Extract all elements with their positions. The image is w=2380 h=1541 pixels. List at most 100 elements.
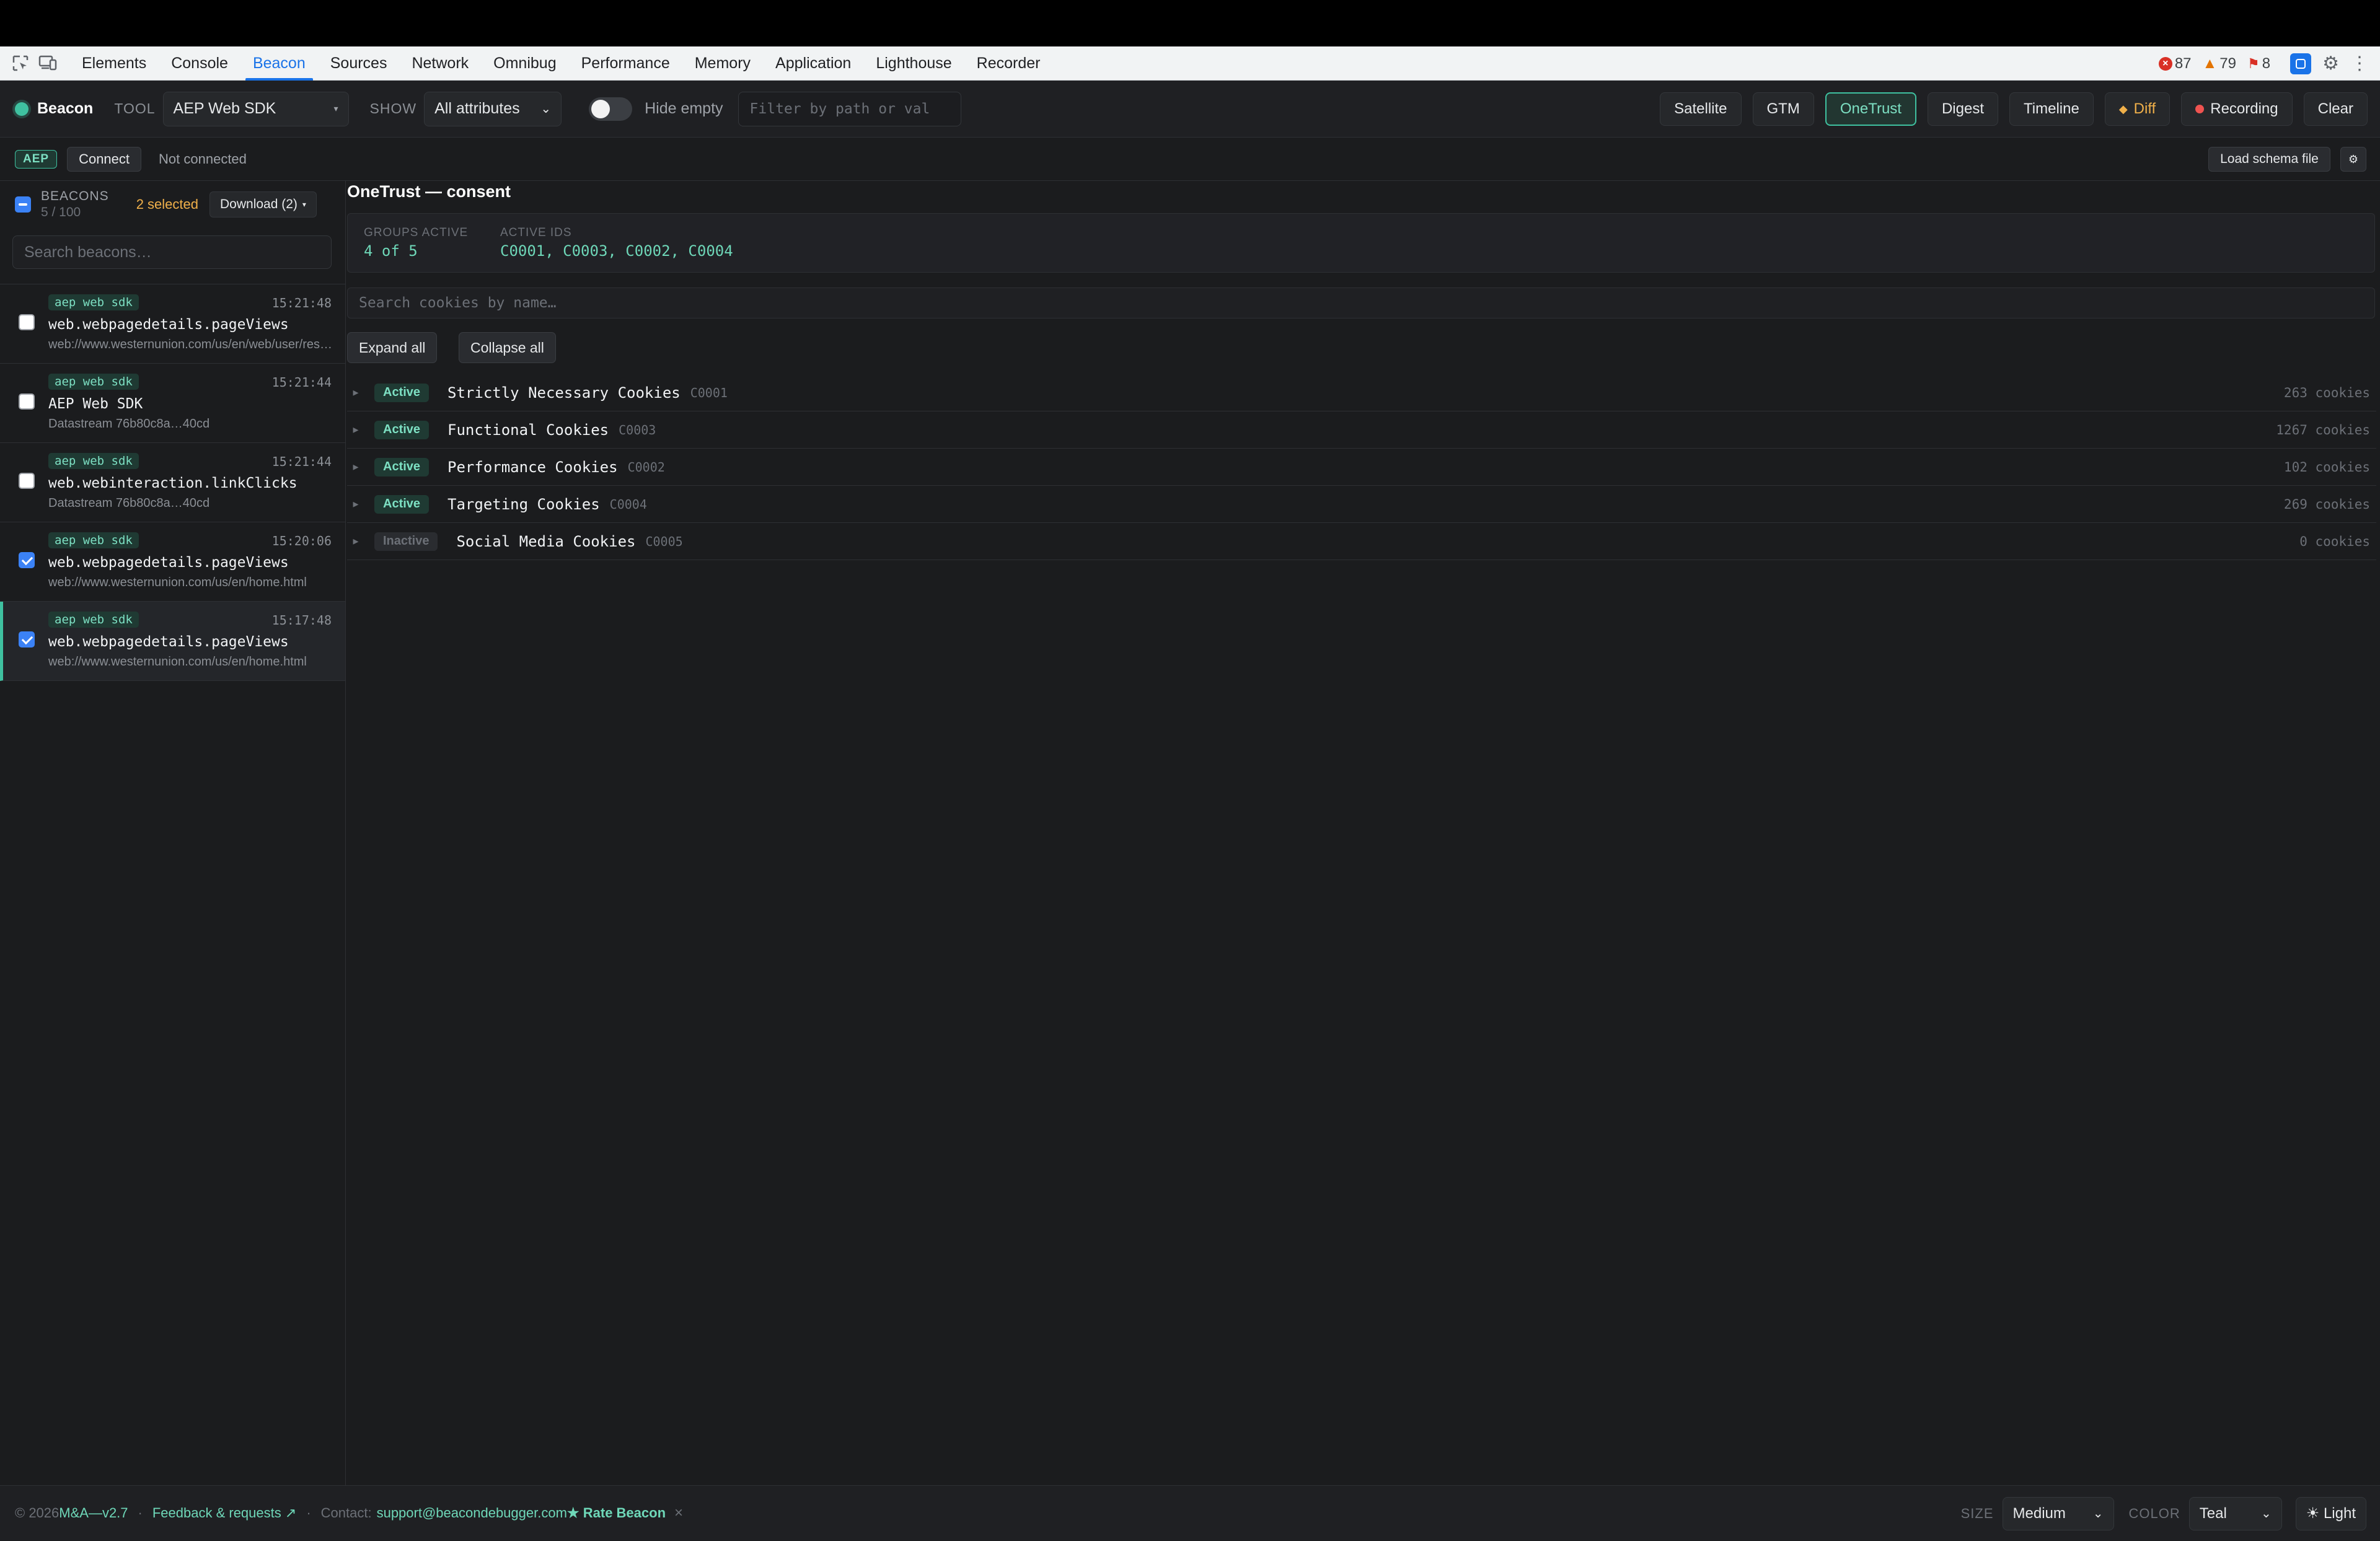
issue-flag-icon: ⚑ <box>2247 55 2260 71</box>
warning-count[interactable]: ▲ 79 <box>2203 55 2236 72</box>
settings-gear-icon[interactable]: ⚙ <box>2322 53 2339 74</box>
diff-button[interactable]: ◆ Diff <box>2104 92 2171 126</box>
cookie-group-row[interactable]: ▸ Active Functional Cookies C0003 1267 c… <box>347 411 2376 449</box>
error-icon: × <box>2158 56 2172 71</box>
tab-recorder[interactable]: Recorder <box>964 46 1053 81</box>
onetrust-button[interactable]: OneTrust <box>1825 92 1916 126</box>
support-email-link[interactable]: support@beacondebugger.com <box>377 1505 567 1521</box>
beacon-checkbox[interactable] <box>19 393 35 410</box>
tab-memory[interactable]: Memory <box>682 46 763 81</box>
rate-beacon-link[interactable]: ★ Rate Beacon <box>567 1505 666 1521</box>
recording-button[interactable]: Recording <box>2181 92 2293 126</box>
tab-application[interactable]: Application <box>763 46 863 81</box>
beacon-checkbox[interactable] <box>19 552 35 568</box>
expand-caret-icon[interactable]: ▸ <box>347 535 364 548</box>
digest-button[interactable]: Digest <box>1927 92 1998 126</box>
size-label: SIZE <box>1960 1505 1994 1521</box>
close-icon[interactable]: × <box>674 1504 683 1522</box>
cookie-search-input[interactable]: Search cookies by name… <box>347 288 2375 318</box>
clear-button[interactable]: Clear <box>2303 92 2368 126</box>
color-select[interactable]: Teal ⌄ <box>2188 1496 2282 1530</box>
feedback-link[interactable]: Feedback & requests ↗ <box>152 1505 296 1521</box>
tool-select[interactable]: AEP Web SDK ▾ <box>162 91 349 126</box>
beacon-item[interactable]: aep web sdk 15:20:06 web.webpagedetails.… <box>0 522 345 602</box>
groups-active-label: GROUPS ACTIVE <box>364 226 469 239</box>
beacon-time: 15:21:44 <box>271 375 332 390</box>
beacon-name: web.webinteraction.linkClicks <box>48 475 298 491</box>
beacon-tag: aep web sdk <box>48 294 139 310</box>
beacon-item[interactable]: aep web sdk 15:21:44 AEP Web SDK Datastr… <box>0 364 345 443</box>
beacon-toolbar: Beacon TOOL AEP Web SDK ▾ SHOW All attrib… <box>0 81 2380 138</box>
chevron-down-icon: ⌄ <box>2092 1507 2104 1521</box>
cookie-group-row[interactable]: ▸ Active Strictly Necessary Cookies C000… <box>347 374 2376 411</box>
warning-count-value: 79 <box>2219 55 2236 72</box>
issue-count[interactable]: ⚑ 8 <box>2247 55 2270 72</box>
expand-caret-icon[interactable]: ▸ <box>347 460 364 473</box>
beacon-checkbox[interactable] <box>19 314 35 330</box>
cookie-search-placeholder: Search cookies by name… <box>359 295 557 311</box>
load-schema-button[interactable]: Load schema file <box>2208 147 2330 172</box>
select-all-checkbox[interactable] <box>15 196 31 213</box>
show-select-value: All attributes <box>434 100 520 117</box>
cookie-group-row[interactable]: ▸ Active Targeting Cookies C0004 269 coo… <box>347 486 2376 523</box>
expand-caret-icon[interactable]: ▸ <box>347 498 364 511</box>
size-select-value: Medium <box>2012 1504 2066 1522</box>
expand-caret-icon[interactable]: ▸ <box>347 423 364 436</box>
expand-all-button[interactable]: Expand all <box>347 332 438 363</box>
active-ids-value: C0001, C0003, C0002, C0004 <box>500 242 733 260</box>
beacon-name: web.webpagedetails.pageViews <box>48 634 289 650</box>
more-options-icon[interactable]: ⋮ <box>2350 53 2369 74</box>
beacon-checkbox[interactable] <box>19 631 35 648</box>
error-count-value: 87 <box>2174 55 2192 72</box>
chevron-down-icon: ⌄ <box>2261 1507 2272 1521</box>
tab-performance[interactable]: Performance <box>569 46 682 81</box>
collapse-all-button[interactable]: Collapse all <box>459 332 556 363</box>
onetrust-panel: OneTrust — consent GROUPS ACTIVE 4 of 5 … <box>346 181 2380 1485</box>
tab-omnibug[interactable]: Omnibug <box>481 46 568 81</box>
gtm-button[interactable]: GTM <box>1752 92 1814 126</box>
cookie-group-row[interactable]: ▸ Inactive Social Media Cookies C0005 0 … <box>347 523 2376 560</box>
group-name: Performance Cookies <box>447 458 618 476</box>
theme-toggle-button[interactable]: ☀ Light <box>2295 1496 2366 1530</box>
size-select[interactable]: Medium ⌄ <box>2002 1496 2114 1530</box>
separator: · <box>138 1505 143 1521</box>
download-button[interactable]: Download (2) ▾ <box>209 191 317 217</box>
group-name: Targeting Cookies <box>447 495 600 513</box>
cookie-group-row[interactable]: ▸ Active Performance Cookies C0002 102 c… <box>347 449 2376 486</box>
panel-title: OneTrust — consent <box>347 182 511 201</box>
beacon-time: 15:20:06 <box>271 533 332 548</box>
hide-empty-toggle[interactable] <box>589 97 633 121</box>
group-id: C0004 <box>609 496 647 512</box>
inspect-element-icon[interactable] <box>9 51 32 75</box>
recording-label: Recording <box>2210 100 2278 117</box>
filter-input[interactable]: Filter by path or val <box>738 91 961 126</box>
beacon-url: web://www.westernunion.com/us/en/home.ht… <box>48 576 307 589</box>
show-label: SHOW <box>369 100 417 116</box>
caret-icon: ▾ <box>333 103 338 113</box>
extension-icon[interactable] <box>2290 53 2312 74</box>
show-select[interactable]: All attributes ⌄ <box>424 91 562 126</box>
beacon-time: 15:21:44 <box>271 454 332 469</box>
caret-icon: ▾ <box>302 200 306 209</box>
tab-network[interactable]: Network <box>399 46 481 81</box>
tab-sources[interactable]: Sources <box>318 46 400 81</box>
beacon-item[interactable]: aep web sdk 15:21:44 web.webinteraction.… <box>0 443 345 522</box>
device-toolbar-icon[interactable] <box>36 51 60 75</box>
beacon-item-current[interactable]: aep web sdk 15:17:48 web.webpagedetails.… <box>0 602 345 681</box>
beacon-item[interactable]: aep web sdk 15:21:48 web.webpagedetails.… <box>0 284 345 364</box>
connect-button[interactable]: Connect <box>67 146 142 172</box>
consent-summary: GROUPS ACTIVE 4 of 5 ACTIVE IDS C0001, C… <box>347 213 2375 273</box>
beacon-search-input[interactable]: Search beacons… <box>12 235 332 269</box>
beacon-checkbox[interactable] <box>19 473 35 489</box>
satellite-button[interactable]: Satellite <box>1660 92 1742 126</box>
error-count[interactable]: × 87 <box>2158 55 2192 72</box>
tab-console[interactable]: Console <box>159 46 240 81</box>
tab-lighthouse[interactable]: Lighthouse <box>863 46 964 81</box>
diamond-icon: ◆ <box>2118 102 2128 115</box>
tab-beacon[interactable]: Beacon <box>240 46 318 81</box>
timeline-button[interactable]: Timeline <box>2009 92 2094 126</box>
tab-elements[interactable]: Elements <box>69 46 159 81</box>
expand-caret-icon[interactable]: ▸ <box>347 386 364 399</box>
color-select-value: Teal <box>2199 1504 2227 1522</box>
schema-settings-icon[interactable]: ⚙ <box>2340 147 2366 172</box>
